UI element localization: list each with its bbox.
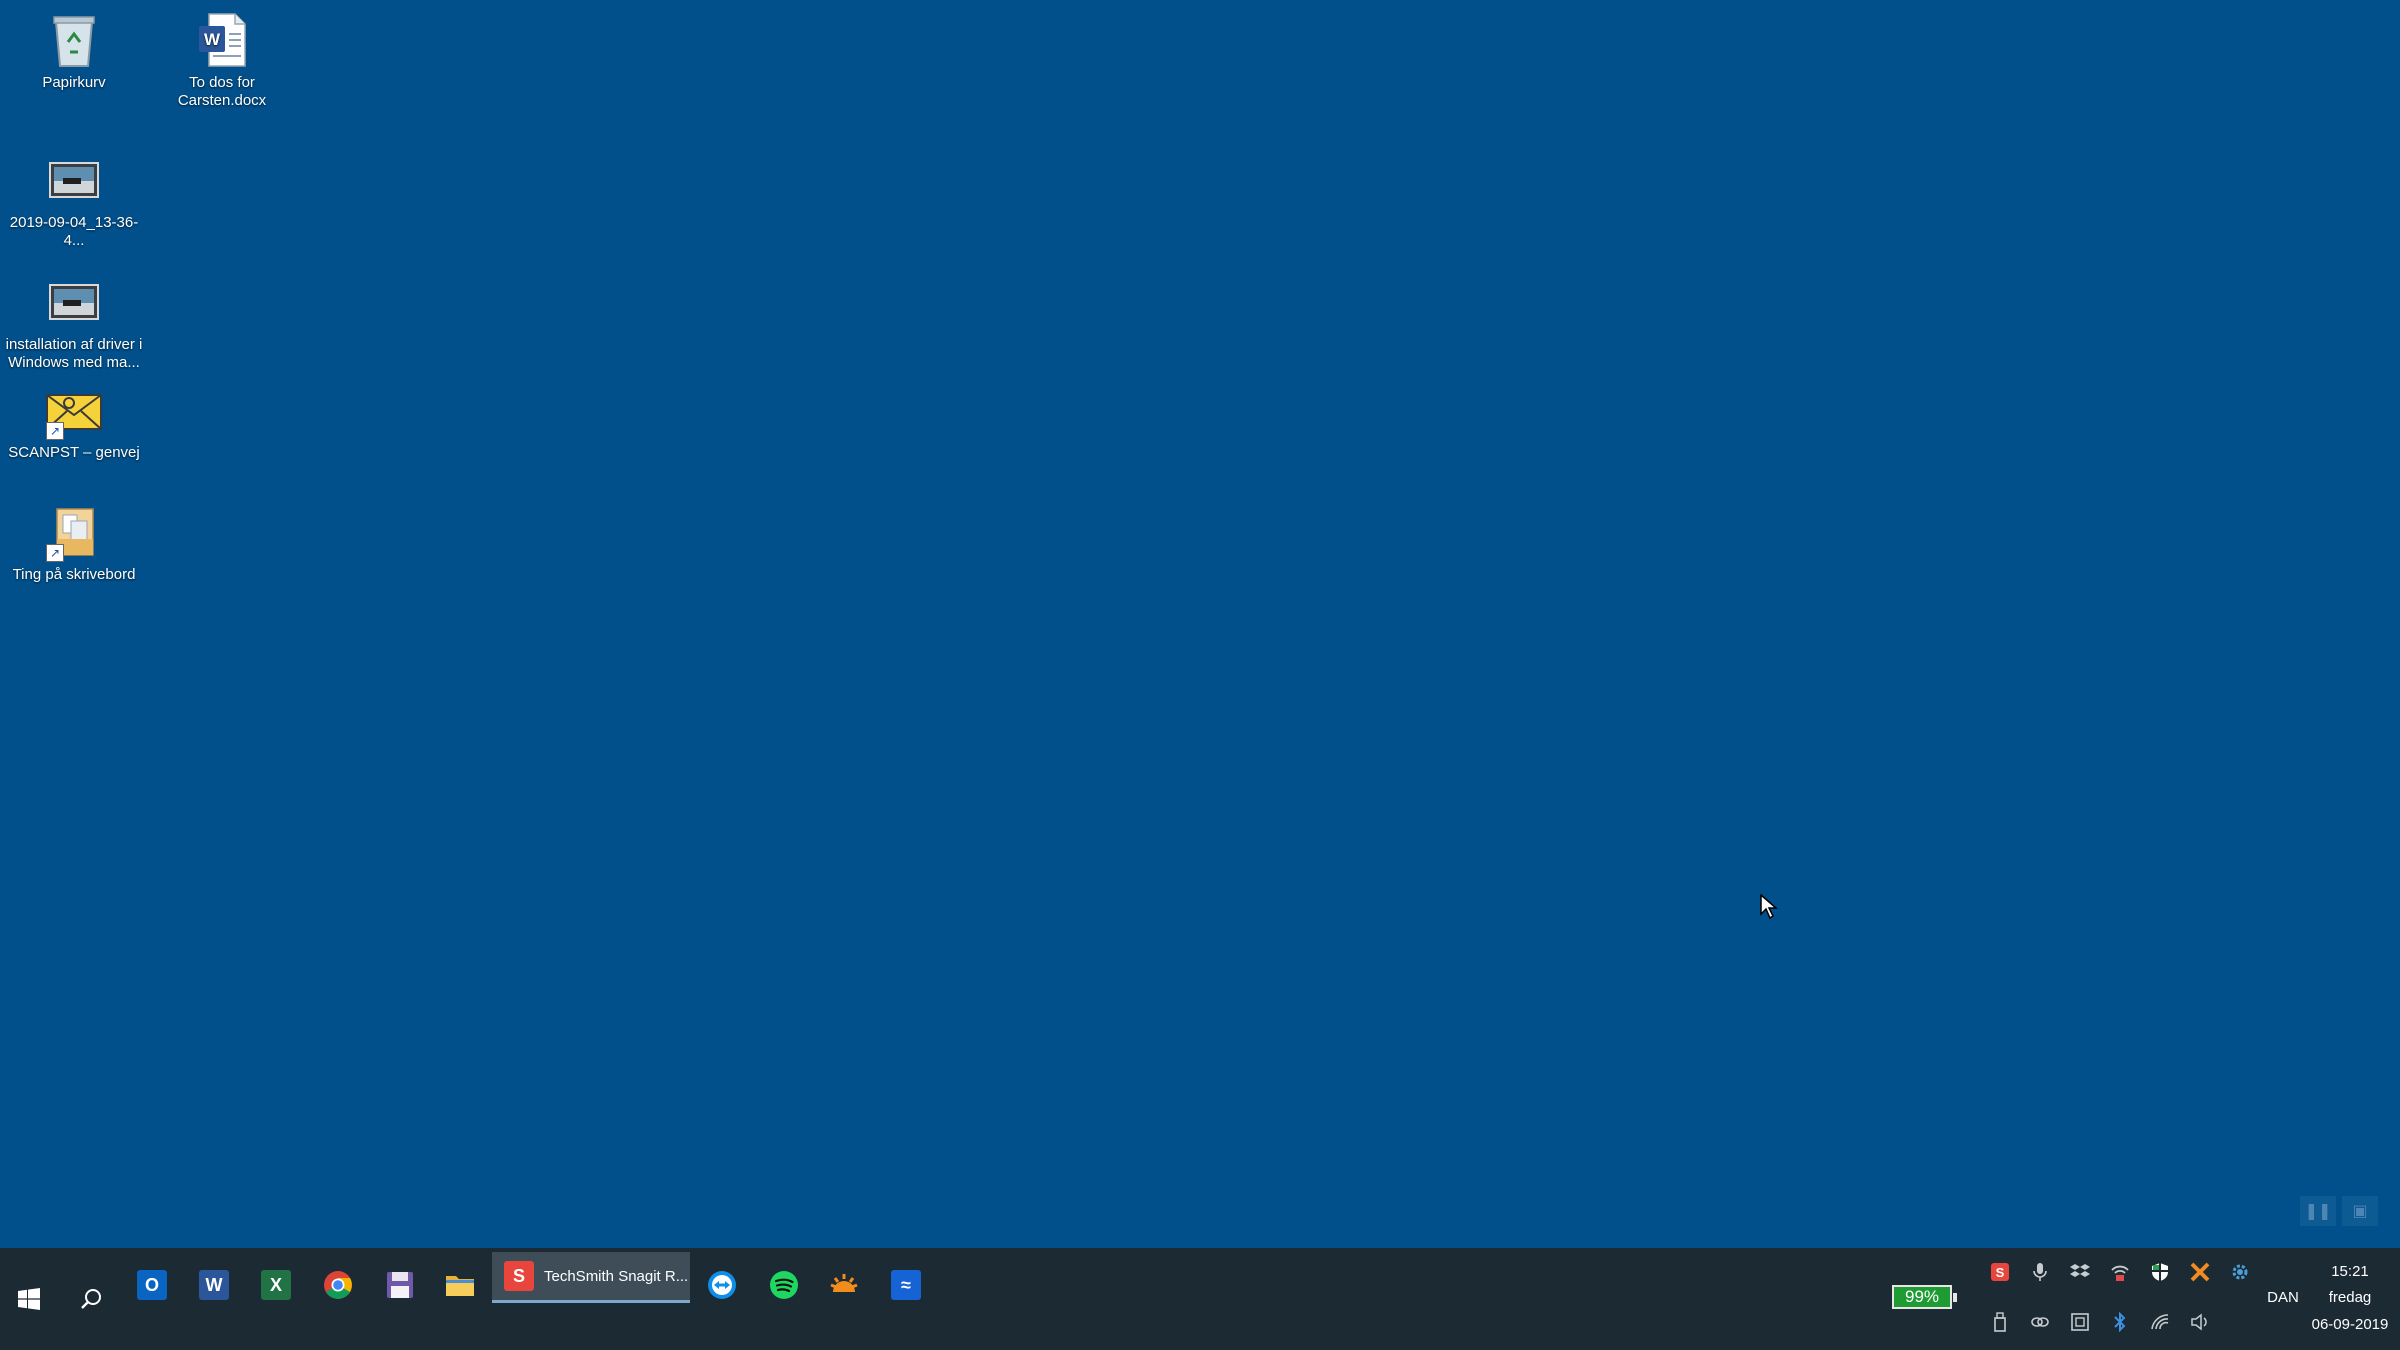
wifi-icon[interactable] — [2148, 1310, 2172, 1334]
battery-percent: 99% — [1904, 1287, 1940, 1306]
pause-icon[interactable]: ❚❚ — [2300, 1196, 2336, 1226]
clock-day[interactable]: fredag — [2300, 1289, 2400, 1306]
desktop-icon-label: installation af driver i Windows med ma.… — [5, 336, 143, 371]
word-document-shortcut[interactable]: W To dos for Carsten.docx — [148, 10, 296, 110]
onedrive-link-icon[interactable] — [2028, 1310, 2052, 1334]
settings-gear-icon[interactable] — [2228, 1260, 2252, 1284]
snagit-icon: S — [504, 1261, 534, 1291]
security-shield-icon[interactable] — [2148, 1260, 2172, 1284]
video-file-shortcut[interactable]: installation af driver i Windows med ma.… — [0, 272, 148, 372]
bluetooth-icon[interactable] — [2108, 1310, 2132, 1334]
word-document-icon: W — [192, 10, 252, 70]
word-icon: W — [199, 1270, 229, 1300]
screenshot-image-file[interactable]: 2019-09-04_13-36-4... — [0, 150, 148, 250]
taskbar-word[interactable]: W — [186, 1252, 242, 1318]
folder-shortcut[interactable]: ↗ Ting på skrivebord — [0, 502, 148, 584]
scanpst-shortcut[interactable]: ↗ SCANPST – genvej — [0, 380, 148, 462]
clock-date[interactable]: 06-09-2019 — [2300, 1316, 2400, 1333]
taskbar-snagit-window[interactable]: S TechSmith Snagit R... — [492, 1252, 690, 1303]
clock-time[interactable]: 15:21 — [2300, 1263, 2400, 1280]
volume-icon[interactable] — [2188, 1310, 2212, 1334]
search-button[interactable] — [62, 1248, 120, 1350]
taskbar-excel[interactable]: X — [248, 1252, 304, 1318]
shortcut-arrow-icon: ↗ — [46, 544, 64, 562]
shortcut-arrow-icon: ↗ — [46, 422, 64, 440]
wave-app-icon: ≈ — [891, 1270, 921, 1300]
spotify-icon — [770, 1271, 798, 1299]
usb-device-icon[interactable] — [1988, 1310, 2012, 1334]
network-status-icon[interactable] — [2108, 1260, 2132, 1284]
battery-indicator[interactable]: 99% — [1892, 1285, 1957, 1309]
dropbox-icon[interactable] — [2068, 1260, 2092, 1284]
taskbar: O W X S TechSmith Snagit R... ≈ 99% S DA… — [0, 1248, 2400, 1350]
folder-documents-icon: ↗ — [44, 502, 104, 562]
taskbar-teamviewer[interactable] — [694, 1252, 750, 1318]
orange-app-tray-icon[interactable] — [2188, 1260, 2212, 1284]
screen-icon[interactable]: ▣ — [2342, 1196, 2378, 1226]
recycle-bin-icon — [44, 10, 104, 70]
chrome-icon — [324, 1271, 352, 1299]
desktop-icon-label: Ting på skrivebord — [12, 566, 136, 583]
desktop-icon-label: Papirkurv — [42, 74, 106, 91]
taskbar-save-app[interactable] — [372, 1252, 428, 1318]
excel-icon: X — [261, 1270, 291, 1300]
windows-logo-icon — [18, 1288, 40, 1310]
taskbar-chrome[interactable] — [310, 1252, 366, 1318]
display-icon[interactable] — [2068, 1310, 2092, 1334]
taskbar-file-explorer[interactable] — [432, 1252, 488, 1318]
taskbar-app-orange[interactable] — [816, 1252, 872, 1318]
task-label: TechSmith Snagit R... — [544, 1267, 689, 1285]
snagit-tray-icon[interactable]: S — [1988, 1260, 2012, 1284]
teamviewer-icon — [708, 1271, 736, 1299]
recycle-bin-shortcut[interactable]: Papirkurv — [0, 10, 148, 92]
floppy-disk-icon — [387, 1272, 413, 1298]
desktop-icon-label: To dos for Carsten.docx — [177, 74, 267, 109]
taskbar-spotify[interactable] — [756, 1252, 812, 1318]
image-thumbnail-icon — [44, 272, 104, 332]
desktop-icon-label: SCANPST – genvej — [8, 444, 140, 461]
image-thumbnail-icon — [44, 150, 104, 210]
start-button[interactable] — [0, 1248, 58, 1350]
desktop-icon-label: 2019-09-04_13-36-4... — [9, 214, 139, 249]
microphone-icon[interactable] — [2028, 1260, 2052, 1284]
svg-text:W: W — [204, 30, 221, 49]
outlook-icon: O — [137, 1270, 167, 1300]
folder-icon — [446, 1276, 474, 1296]
taskbar-app-blue[interactable]: ≈ — [878, 1252, 934, 1318]
taskbar-outlook[interactable]: O — [124, 1252, 180, 1318]
recording-controls: ❚❚ ▣ — [2300, 1196, 2378, 1226]
search-icon — [81, 1289, 101, 1309]
desktop-background[interactable]: Papirkurv W To dos for Carsten.docx 2019… — [0, 0, 2400, 1248]
scanpst-envelope-icon: ↗ — [44, 380, 104, 440]
sun-app-icon — [830, 1274, 858, 1292]
mouse-cursor-icon — [1760, 893, 1779, 925]
